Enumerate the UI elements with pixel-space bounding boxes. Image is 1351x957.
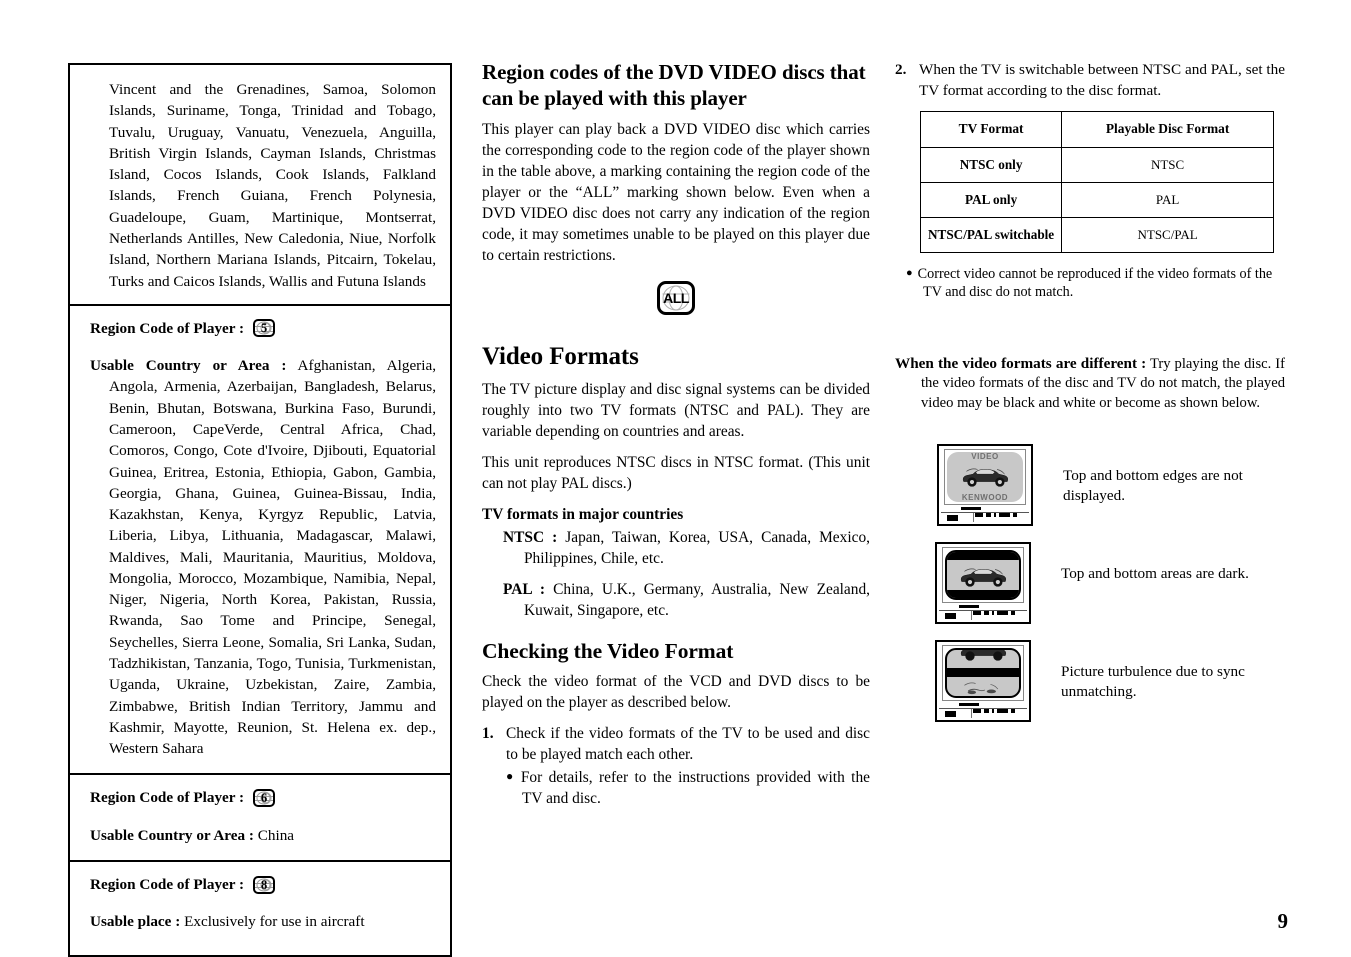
tv-illustration-row-1: VIDEO KENWOOD Top and bottom edges are n… bbox=[937, 443, 1285, 526]
tv-format-pal-label: PAL : bbox=[503, 580, 546, 598]
region-code-badge-6-icon: 6 bbox=[253, 789, 276, 808]
different-formats-label: When the video formats are different : bbox=[895, 354, 1147, 372]
region-section-6: Region Code of Player : 6 Usable Country… bbox=[70, 773, 450, 860]
tv-format-header-cell: TV Format bbox=[919, 111, 1063, 148]
table-row: NTSC/PAL switchable NTSC/PAL bbox=[919, 216, 1274, 253]
all-mark-container: ALL bbox=[482, 280, 870, 320]
checking-step-1: 1. Check if the video formats of the TV t… bbox=[482, 724, 870, 766]
tv-illustration-list: VIDEO KENWOOD Top and bottom edges are n… bbox=[895, 443, 1285, 722]
tv-formats-subheading: TV formats in major countries bbox=[482, 505, 684, 523]
checking-step-2: 2. When the TV is switchable between NTSC… bbox=[895, 60, 1285, 101]
region-codes-body: This player can play back a DVD VIDEO di… bbox=[482, 121, 870, 264]
region-code-digit-8: 8 bbox=[260, 877, 268, 892]
region-section-5: Region Code of Player : 5 Usable Country… bbox=[70, 303, 450, 774]
middle-column: Region codes of the DVD VIDEO discs that… bbox=[482, 60, 870, 810]
tv-illustration-caption-2: Top and bottom areas are dark. bbox=[1061, 564, 1249, 582]
video-formats-heading: Video Formats bbox=[482, 342, 639, 370]
country-list-continuation: Vincent and the Grenadines, Samoa, Solom… bbox=[109, 81, 436, 290]
tv-set-illustration-1-icon: VIDEO KENWOOD bbox=[937, 443, 1033, 526]
tv-set-illustration-2-icon bbox=[935, 541, 1031, 624]
region-code-box: Vincent and the Grenadines, Samoa, Solom… bbox=[68, 63, 452, 957]
right-column: 2. When the TV is switchable between NTSC… bbox=[895, 60, 1285, 738]
tv-format-ntsc-label: NTSC : bbox=[503, 528, 558, 546]
table-row: PAL only PAL bbox=[919, 181, 1274, 218]
all-mark-label: ALL bbox=[663, 289, 689, 306]
video-formats-para1: The TV picture display and disc signal s… bbox=[482, 381, 870, 441]
tv-format-ntsc-value: Japan, Taiwan, Korea, USA, Canada, Mexic… bbox=[524, 528, 870, 567]
left-column: Vincent and the Grenadines, Samoa, Solom… bbox=[68, 63, 452, 957]
tv-screen-bottom-text-1: KENWOOD bbox=[961, 492, 1009, 502]
usable-place-value-8: Exclusively for use in aircraft bbox=[184, 913, 365, 931]
usable-country-line-5: Usable Country or Area : Afghanistan, Al… bbox=[90, 355, 436, 759]
region-code-line-5: Region Code of Player : 5 bbox=[90, 318, 436, 339]
playable-disc-format-header-cell: Playable Disc Format bbox=[1061, 111, 1274, 148]
tv-format-pal-value: China, U.K., Germany, Australia, New Zea… bbox=[524, 580, 870, 619]
bullet-dot-icon: ● bbox=[906, 267, 913, 280]
different-formats-paragraph: When the video formats are different : T… bbox=[895, 354, 1285, 414]
video-formats-para2: This unit reproduces NTSC discs in NTSC … bbox=[482, 454, 870, 493]
checking-step-1-bullet-text: For details, refer to the instructions p… bbox=[520, 768, 870, 807]
manual-page: Vincent and the Grenadines, Samoa, Solom… bbox=[0, 0, 1351, 957]
region-codes-heading: Region codes of the DVD VIDEO discs that… bbox=[482, 60, 866, 110]
tv-illustration-row-2: Top and bottom areas are dark. bbox=[935, 541, 1285, 624]
usable-country-label-6: Usable Country or Area : bbox=[90, 826, 254, 844]
region-code-label-5: Region Code of Player : bbox=[90, 319, 245, 337]
video-format-note: ● Correct video cannot be reproduced if t… bbox=[895, 265, 1285, 302]
checking-video-format-heading: Checking the Video Format bbox=[482, 638, 734, 663]
tv-format-pal-item: PAL : China, U.K., Germany, Australia, N… bbox=[482, 580, 870, 622]
disc-format-cell-1: PAL bbox=[1061, 181, 1274, 218]
car-image-icon bbox=[962, 468, 1009, 487]
usable-country-label-5: Usable Country or Area : bbox=[90, 357, 287, 375]
bullet-dot-icon: ● bbox=[506, 769, 516, 784]
checking-intro: Check the video format of the VCD and DV… bbox=[482, 672, 870, 711]
tv-format-cell-2: NTSC/PAL switchable bbox=[919, 216, 1063, 253]
region-section-continuation: Vincent and the Grenadines, Samoa, Solom… bbox=[70, 65, 450, 304]
disc-format-cell-2: NTSC/PAL bbox=[1061, 216, 1274, 253]
checking-step-1-bullet: ● For details, refer to the instructions … bbox=[482, 768, 870, 810]
region-code-line-6: Region Code of Player : 6 bbox=[90, 787, 436, 808]
region-code-line-8: Region Code of Player : 8 bbox=[90, 874, 436, 895]
usable-country-line-6: Usable Country or Area : China bbox=[90, 825, 436, 846]
region-code-digit-5: 5 bbox=[260, 321, 268, 336]
checking-step-1-number: 1. bbox=[482, 724, 494, 742]
usable-place-line-8: Usable place : Exclusively for use in ai… bbox=[90, 911, 436, 932]
tv-format-cell-0: NTSC only bbox=[919, 146, 1063, 183]
tv-illustration-row-3: Picture turbulence due to sync unmatchin… bbox=[935, 639, 1285, 722]
usable-country-value-5: Afghanistan, Algeria, Angola, Armenia, A… bbox=[109, 357, 436, 758]
region-code-badge-8-icon: 8 bbox=[253, 875, 276, 894]
tv-screen-top-text-1: VIDEO bbox=[971, 451, 999, 461]
tv-illustration-caption-1: Top and bottom edges are not displayed. bbox=[1063, 466, 1243, 504]
tv-format-ntsc-item: NTSC : Japan, Taiwan, Korea, USA, Canada… bbox=[482, 528, 870, 570]
disc-format-cell-0: NTSC bbox=[1061, 146, 1274, 183]
region-code-digit-6: 6 bbox=[260, 790, 268, 805]
tv-format-cell-1: PAL only bbox=[919, 181, 1063, 218]
table-row: NTSC only NTSC bbox=[919, 146, 1274, 183]
checking-step-1-text: Check if the video formats of the TV to … bbox=[506, 724, 870, 763]
video-format-note-text: Correct video cannot be reproduced if th… bbox=[917, 265, 1273, 301]
region-code-badge-5-icon: 5 bbox=[253, 319, 276, 338]
checking-step-2-text: When the TV is switchable between NTSC a… bbox=[919, 61, 1285, 99]
usable-place-label-8: Usable place : bbox=[90, 913, 181, 931]
car-image-icon bbox=[960, 649, 1007, 661]
page-number: 9 bbox=[1277, 909, 1289, 933]
tv-format-table-header-row: TV Format Playable Disc Format bbox=[919, 111, 1274, 148]
usable-country-value-6: China bbox=[257, 826, 295, 844]
region-code-label-6: Region Code of Player : bbox=[90, 789, 245, 807]
all-region-mark-icon: ALL bbox=[657, 280, 695, 315]
region-code-label-8: Region Code of Player : bbox=[90, 876, 245, 893]
tv-set-illustration-3-icon bbox=[935, 639, 1031, 722]
checking-step-2-number: 2. bbox=[895, 61, 907, 78]
tv-format-table: TV Format Playable Disc Format NTSC only… bbox=[919, 111, 1274, 253]
car-image-icon bbox=[960, 568, 1007, 587]
region-section-8: Region Code of Player : 8 Usable place :… bbox=[70, 860, 450, 955]
tv-illustration-caption-3: Picture turbulence due to sync unmatchin… bbox=[1061, 662, 1245, 700]
car-image-partial-icon bbox=[964, 682, 999, 694]
